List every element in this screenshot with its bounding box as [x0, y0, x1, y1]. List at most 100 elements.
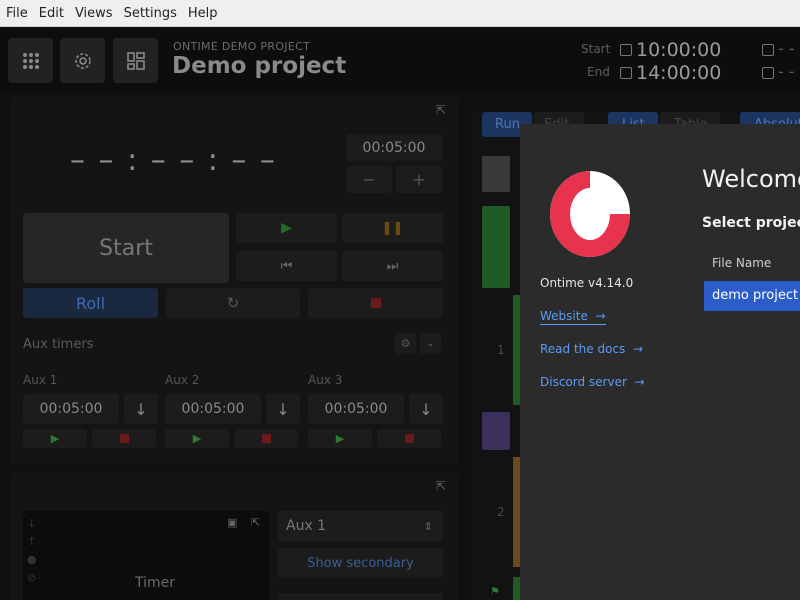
end-label: End — [587, 65, 610, 79]
menu-bar: File Edit Views Settings Help — [0, 0, 800, 27]
pause-button[interactable]: ❚❚ — [342, 213, 443, 243]
open-external-icon[interactable]: ⇱ — [436, 479, 446, 493]
aux-2-play-button[interactable]: ▶ — [165, 429, 229, 448]
stop-button[interactable] — [308, 288, 443, 318]
website-link[interactable]: Website → — [540, 309, 606, 325]
gear-icon — [74, 52, 91, 69]
chevron-updown-icon: ⇕ — [423, 519, 433, 533]
aux-3-play-button[interactable]: ▶ — [308, 429, 372, 448]
reload-button[interactable]: ↻ — [166, 288, 300, 318]
rundown-event-purple[interactable] — [482, 412, 510, 450]
next-button[interactable]: ⏭ — [342, 251, 443, 281]
rundown-event-green[interactable] — [482, 206, 510, 288]
actual-end-placeholder: - - — [778, 62, 795, 81]
aux-3-direction-button[interactable]: ↓ — [409, 394, 443, 424]
play-button[interactable]: ▶ — [236, 213, 337, 243]
aux-2-direction-button[interactable]: ↓ — [266, 394, 300, 424]
aux-select[interactable]: Aux 1 ⇕ — [278, 511, 443, 541]
show-secondary-button[interactable]: Show secondary — [278, 548, 443, 578]
project-title: Demo project — [172, 53, 347, 79]
calendar-clock-icon — [762, 67, 774, 79]
welcome-title: Welcome — [702, 165, 800, 193]
calendar-icon — [620, 67, 632, 79]
menu-settings[interactable]: Settings — [124, 6, 177, 21]
ontime-logo — [550, 171, 630, 257]
welcome-modal: Ontime v4.14.0 Website → Read the docs →… — [520, 124, 800, 600]
actual-start-placeholder: - - — [778, 39, 795, 58]
open-external-icon[interactable]: ⇱ — [436, 103, 446, 117]
rundown-row-number: 1 — [497, 343, 505, 357]
apps-grid-button[interactable] — [8, 38, 53, 83]
subtract-time-button[interactable]: − — [346, 166, 392, 193]
start-label: Start — [581, 42, 611, 56]
docs-link[interactable]: Read the docs → — [540, 342, 643, 356]
aux-1-direction-button[interactable]: ↓ — [124, 394, 158, 424]
discord-link[interactable]: Discord server → — [540, 375, 645, 389]
end-time: 14:00:00 — [636, 62, 722, 84]
open-external-icon[interactable]: ⇱ — [251, 516, 260, 529]
pause-icon: ❚❚ — [381, 220, 404, 236]
file-name-header: File Name — [712, 256, 772, 270]
timer-display: – – : – – : – – — [70, 143, 277, 178]
previous-button[interactable]: ⏮ — [236, 251, 337, 281]
aux-2-time[interactable]: 00:05:00 — [165, 394, 261, 424]
aux-3-label: Aux 3 — [308, 373, 343, 387]
roll-button[interactable]: Roll — [23, 288, 158, 318]
aux-1-play-button[interactable]: ▶ — [23, 429, 87, 448]
menu-edit[interactable]: Edit — [39, 6, 64, 21]
chevron-down-icon: ⌄ — [426, 338, 435, 349]
add-time-button[interactable]: + — [396, 166, 442, 193]
stop-icon — [370, 298, 381, 308]
skip-previous-icon: ⏮ — [280, 258, 293, 274]
menu-file[interactable]: File — [6, 6, 28, 21]
arrow-down-icon: ↓ — [419, 399, 433, 419]
start-button[interactable]: Start — [23, 213, 229, 283]
secondary-field[interactable] — [278, 593, 443, 600]
play-icon: ▶ — [335, 432, 345, 445]
app-window: ONTIME DEMO PROJECT Demo project Start 1… — [0, 27, 800, 600]
aux-3-time[interactable]: 00:05:00 — [308, 394, 404, 424]
added-time-field[interactable]: 00:05:00 — [346, 134, 442, 161]
arrow-down-icon: ↓ — [134, 399, 148, 419]
calendar-icon — [620, 44, 632, 56]
arrow-right-icon: → — [591, 309, 606, 323]
menu-views[interactable]: Views — [75, 6, 113, 21]
layout-button[interactable] — [113, 38, 158, 83]
skip-next-icon: ⏭ — [386, 258, 399, 274]
layout-icon — [126, 51, 145, 70]
aux-collapse-button[interactable]: ⌄ — [420, 333, 441, 354]
select-project-heading: Select project — [702, 215, 800, 231]
timer-preview: ↓ ↑ ● ⊘ ▣ ⇱ Timer — [23, 511, 269, 600]
stop-icon — [404, 434, 414, 443]
arrow-up-icon: ↑ — [27, 535, 37, 548]
project-list-item[interactable]: demo project — [704, 281, 800, 311]
version-label: Ontime v4.14.0 — [540, 276, 634, 290]
gear-icon: ⚙ — [400, 337, 411, 350]
aux-1-label: Aux 1 — [23, 373, 58, 387]
stop-icon — [261, 434, 271, 443]
menu-help[interactable]: Help — [188, 6, 218, 21]
image-icon[interactable]: ▣ — [227, 516, 237, 529]
rundown-block-handle[interactable] — [482, 156, 510, 192]
reload-icon: ↻ — [226, 294, 240, 312]
aux-2-stop-button[interactable] — [234, 429, 298, 448]
aux-1-time[interactable]: 00:05:00 — [23, 394, 119, 424]
play-icon: ▶ — [281, 220, 292, 236]
aux-timers-label: Aux timers — [23, 337, 94, 352]
settings-button[interactable] — [60, 38, 105, 83]
preview-panel: ⇱ ↓ ↑ ● ⊘ ▣ ⇱ Timer Aux 1 ⇕ Show seconda… — [10, 473, 458, 600]
arrow-right-icon: → — [629, 342, 643, 356]
rundown-row-number: 2 — [497, 505, 505, 519]
aux-2-label: Aux 2 — [165, 373, 200, 387]
calendar-clock-icon — [762, 44, 774, 56]
stop-icon — [119, 434, 129, 443]
block-icon: ⊘ — [27, 571, 37, 584]
aux-1-stop-button[interactable] — [92, 429, 156, 448]
timer-preview-label: Timer — [135, 575, 176, 591]
flag-icon: ⚑ — [490, 585, 500, 598]
start-time: 10:00:00 — [636, 39, 722, 61]
aux-3-stop-button[interactable] — [377, 429, 441, 448]
aux-settings-button[interactable]: ⚙ — [395, 333, 416, 354]
timer-control-panel: ⇱ – – : – – : – – 00:05:00 − + Start ▶ ❚… — [10, 97, 458, 465]
play-icon: ▶ — [50, 432, 60, 445]
